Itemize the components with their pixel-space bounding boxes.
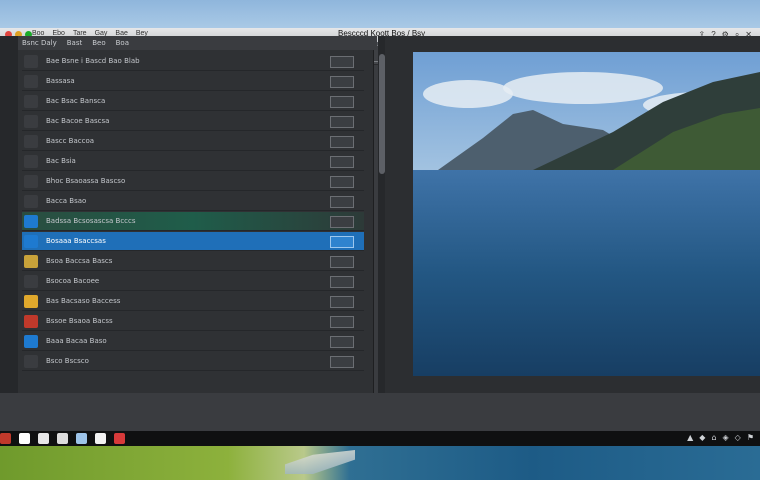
layer-value-field[interactable] [330, 156, 354, 168]
layer-value-field[interactable] [330, 216, 354, 228]
layer-thumbnail [24, 154, 38, 168]
panel-tab[interactable]: Bsnc Daly [22, 39, 57, 47]
layer-thumbnail [24, 114, 38, 128]
layer-row[interactable]: Bsco Bscsco [22, 352, 364, 371]
app-icon[interactable] [95, 433, 106, 444]
landscape-photo[interactable] [413, 52, 760, 376]
layer-thumbnail [24, 234, 38, 248]
panel-tab[interactable]: Beo [92, 39, 105, 47]
app-icon[interactable] [76, 433, 87, 444]
layer-value-field[interactable] [330, 176, 354, 188]
layer-thumbnail [24, 174, 38, 188]
layer-label: Bacca Bsao [46, 197, 87, 205]
layer-thumbnail [24, 214, 38, 228]
layer-value-field[interactable] [330, 276, 354, 288]
layer-row[interactable]: Bas Bacsaso Baccess [22, 292, 364, 311]
layer-value-field[interactable] [330, 96, 354, 108]
layer-value-field[interactable] [330, 116, 354, 128]
layer-label: Bhoc Bsaoassa Bascso [46, 177, 126, 185]
layer-row[interactable]: Bssoe Bsaoa Bacss [22, 312, 364, 331]
tray-icon[interactable]: ⚑ [747, 433, 754, 442]
system-tray: ▲ ◆ ⌂ ◈ ◇ ⚑ [687, 433, 754, 442]
layer-label: Bsoa Baccsa Bascs [46, 257, 113, 265]
layer-label: Bac Bsia [46, 157, 76, 165]
tray-icon[interactable]: ⌂ [711, 433, 716, 442]
layer-thumbnail [24, 54, 38, 68]
layer-label: Badssa Bcsosascsa Bcccs [46, 217, 136, 225]
shoreline [285, 450, 355, 474]
layer-row[interactable]: Bac Bsia [22, 152, 364, 171]
layer-label: Bascc Baccoa [46, 137, 95, 145]
layer-value-field[interactable] [330, 196, 354, 208]
layer-label: Bae Bsne i Bascd Bao Blab [46, 57, 140, 65]
layer-value-field[interactable] [330, 336, 354, 348]
tray-icon[interactable]: ▲ [687, 433, 693, 442]
layer-value-field[interactable] [330, 56, 354, 68]
layer-thumbnail [24, 194, 38, 208]
layer-row[interactable]: Bsocoa Bacoee [22, 272, 364, 291]
panel-tab[interactable]: Boa [116, 39, 129, 47]
layer-row[interactable]: Bacca Bsao [22, 192, 364, 211]
layer-value-field[interactable] [330, 296, 354, 308]
layer-value-field[interactable] [330, 316, 354, 328]
layer-row[interactable]: Badssa Bcsosascsa Bcccs [22, 212, 364, 231]
layer-label: Bosaaa Bsaccsas [46, 237, 106, 245]
tray-icon[interactable]: ◈ [723, 433, 729, 442]
layer-thumbnail [24, 274, 38, 288]
layer-label: Baaa Bacaa Baso [46, 337, 107, 345]
layer-row[interactable]: Bosaaa Bsaccsas [22, 232, 364, 251]
layer-thumbnail [24, 334, 38, 348]
layer-row[interactable]: Bac Bsac Bansca [22, 92, 364, 111]
panel-tabs: Bsnc Daly Bast Beo Boa [18, 36, 377, 50]
layer-label: Bas Bacsaso Baccess [46, 297, 121, 305]
taskbar-apps [0, 433, 125, 444]
tray-icon[interactable]: ◇ [735, 433, 741, 442]
app-icon[interactable] [38, 433, 49, 444]
layer-row[interactable]: Baaa Bacaa Baso [22, 332, 364, 351]
layer-thumbnail [24, 294, 38, 308]
desktop-wallpaper-top [0, 0, 760, 28]
layer-row[interactable]: Bassasa [22, 72, 364, 91]
layer-value-field[interactable] [330, 136, 354, 148]
layer-label: Bac Bsac Bansca [46, 97, 106, 105]
layer-label: Bassasa [46, 77, 75, 85]
layer-row[interactable]: Bascc Baccoa [22, 132, 364, 151]
layer-thumbnail [24, 314, 38, 328]
layer-row[interactable]: Bac Bacoe Bascsa [22, 112, 364, 131]
layers-panel: Bsnc Daly Bast Beo Boa Bae Bsne i Bascd … [18, 36, 386, 393]
landscape-svg [413, 72, 760, 376]
layer-thumbnail [24, 74, 38, 88]
layer-label: Bsocoa Bacoee [46, 277, 100, 285]
layer-value-field[interactable] [330, 76, 354, 88]
layer-label: Bssoe Bsaoa Bacss [46, 317, 113, 325]
tray-icon[interactable]: ◆ [699, 433, 705, 442]
app-icon[interactable] [19, 433, 30, 444]
layer-thumbnail [24, 354, 38, 368]
app-icon[interactable] [0, 433, 11, 444]
panel-tab[interactable]: Bast [67, 39, 82, 47]
layer-value-field[interactable] [330, 356, 354, 368]
layer-label: Bac Bacoe Bascsa [46, 117, 110, 125]
layer-thumbnail [24, 94, 38, 108]
layer-value-field[interactable] [330, 256, 354, 268]
layer-row[interactable]: Bhoc Bsaoassa Bascso [22, 172, 364, 191]
layer-thumbnail [24, 254, 38, 268]
app-icon[interactable] [114, 433, 125, 444]
layer-thumbnail [24, 134, 38, 148]
layer-row[interactable]: Bsoa Baccsa Bascs [22, 252, 364, 271]
layer-value-field[interactable] [330, 236, 354, 248]
app-icon[interactable] [57, 433, 68, 444]
desktop-wallpaper-bottom [0, 446, 760, 480]
taskbar: ▲ ◆ ⌂ ◈ ◇ ⚑ [0, 431, 760, 446]
layer-row[interactable]: Bae Bsne i Bascd Bao Blab [22, 52, 364, 71]
layer-label: Bsco Bscsco [46, 357, 89, 365]
left-tool-rail [0, 36, 18, 393]
document-canvas [385, 36, 760, 393]
